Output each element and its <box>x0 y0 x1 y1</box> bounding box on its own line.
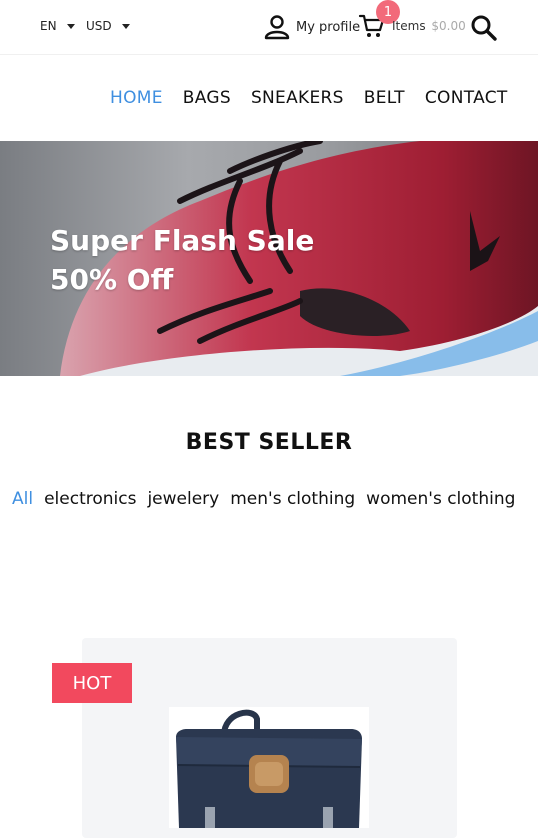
chevron-down-icon <box>121 23 130 29</box>
main-nav: HOME BAGS SNEAKERS BELT CONTACT <box>110 88 508 108</box>
product-image[interactable] <box>169 707 369 828</box>
profile-label: My profile <box>296 19 361 35</box>
currency-value: USD <box>86 19 112 33</box>
category-filters: All electronics jewelery men's clothing … <box>12 489 515 509</box>
banner-line-1: Super Flash Sale <box>50 224 315 257</box>
currency-selector[interactable]: USD <box>86 19 130 33</box>
filter-womens-clothing[interactable]: women's clothing <box>366 489 515 509</box>
items-amount: $0.00 <box>431 19 466 33</box>
nav-item-home[interactable]: HOME <box>110 88 163 108</box>
nav-item-contact[interactable]: CONTACT <box>425 88 508 108</box>
nav-item-belt[interactable]: BELT <box>364 88 405 108</box>
search-icon <box>471 15 497 41</box>
filter-jewelery[interactable]: jewelery <box>147 489 219 509</box>
chevron-down-icon <box>66 23 75 29</box>
banner-headline: Super Flash Sale 50% Off <box>50 221 314 299</box>
user-icon <box>264 15 290 40</box>
hero-banner[interactable]: Super Flash Sale 50% Off <box>0 141 538 376</box>
top-bar: EN USD My profile 1 Items $0.00 <box>0 0 538 55</box>
search-button[interactable] <box>470 14 498 46</box>
cart-summary[interactable]: Items $0.00 <box>392 19 466 33</box>
items-label: Items <box>392 19 426 33</box>
language-selector[interactable]: EN <box>40 19 75 33</box>
filter-mens-clothing[interactable]: men's clothing <box>230 489 355 509</box>
hot-badge: HOT <box>52 663 132 703</box>
language-value: EN <box>40 19 57 33</box>
my-profile-link[interactable]: My profile <box>264 14 360 40</box>
banner-line-2: 50% Off <box>50 263 174 296</box>
nav-item-sneakers[interactable]: SNEAKERS <box>251 88 344 108</box>
filter-electronics[interactable]: electronics <box>44 489 136 509</box>
backpack-image <box>176 709 362 828</box>
section-title: BEST SELLER <box>185 430 353 455</box>
filter-all[interactable]: All <box>12 489 33 509</box>
nav-item-bags[interactable]: BAGS <box>183 88 231 108</box>
